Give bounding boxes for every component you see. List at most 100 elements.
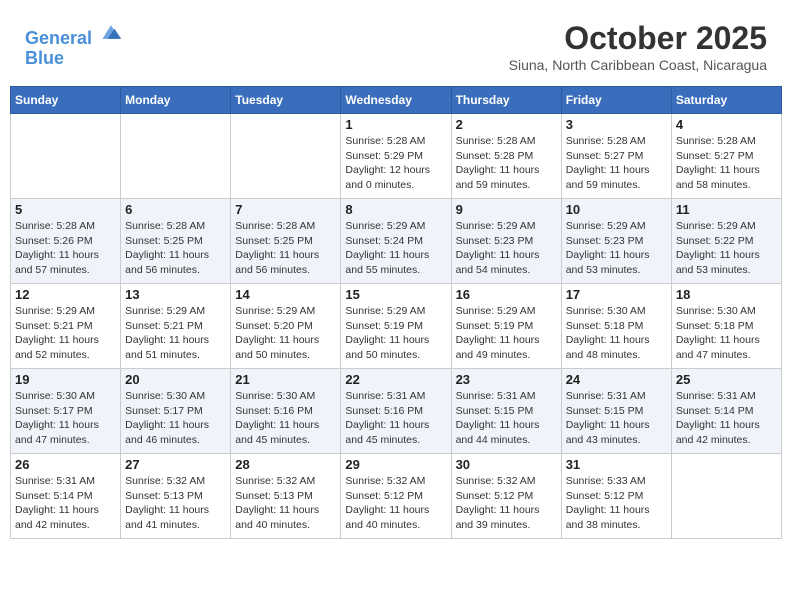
day-info: Sunrise: 5:30 AM Sunset: 5:18 PM Dayligh…: [566, 304, 667, 363]
day-info: Sunrise: 5:32 AM Sunset: 5:13 PM Dayligh…: [235, 474, 336, 533]
location: Siuna, North Caribbean Coast, Nicaragua: [509, 57, 767, 73]
day-number: 26: [15, 457, 116, 472]
calendar-cell: 1 Sunrise: 5:28 AM Sunset: 5:29 PM Daylig…: [341, 114, 451, 199]
calendar-cell: 15 Sunrise: 5:29 AM Sunset: 5:19 PM Dayli…: [341, 284, 451, 369]
col-header-tuesday: Tuesday: [231, 87, 341, 114]
day-info: Sunrise: 5:28 AM Sunset: 5:29 PM Dayligh…: [345, 134, 446, 193]
day-number: 9: [456, 202, 557, 217]
day-number: 4: [676, 117, 777, 132]
col-header-sunday: Sunday: [11, 87, 121, 114]
day-number: 19: [15, 372, 116, 387]
day-number: 18: [676, 287, 777, 302]
calendar-week-row: 26Sunrise: 5:31 AM Sunset: 5:14 PM Dayli…: [11, 454, 782, 539]
calendar-week-row: 1 Sunrise: 5:28 AM Sunset: 5:29 PM Daylig…: [11, 114, 782, 199]
day-info: Sunrise: 5:32 AM Sunset: 5:13 PM Dayligh…: [125, 474, 226, 533]
calendar-cell: [121, 114, 231, 199]
calendar-cell: 9 Sunrise: 5:29 AM Sunset: 5:23 PM Daylig…: [451, 199, 561, 284]
calendar-cell: 17Sunrise: 5:30 AM Sunset: 5:18 PM Dayli…: [561, 284, 671, 369]
day-info: Sunrise: 5:29 AM Sunset: 5:20 PM Dayligh…: [235, 304, 336, 363]
calendar-cell: 11 Sunrise: 5:29 AM Sunset: 5:22 PM Dayli…: [671, 199, 781, 284]
day-info: Sunrise: 5:32 AM Sunset: 5:12 PM Dayligh…: [345, 474, 446, 533]
calendar-cell: 31 Sunrise: 5:33 AM Sunset: 5:12 PM Dayli…: [561, 454, 671, 539]
calendar-cell: 13 Sunrise: 5:29 AM Sunset: 5:21 PM Dayli…: [121, 284, 231, 369]
calendar-cell: 21 Sunrise: 5:30 AM Sunset: 5:16 PM Dayli…: [231, 369, 341, 454]
calendar-cell: 28 Sunrise: 5:32 AM Sunset: 5:13 PM Dayli…: [231, 454, 341, 539]
day-number: 15: [345, 287, 446, 302]
day-number: 2: [456, 117, 557, 132]
calendar-week-row: 12 Sunrise: 5:29 AM Sunset: 5:21 PM Dayli…: [11, 284, 782, 369]
day-info: Sunrise: 5:29 AM Sunset: 5:24 PM Dayligh…: [345, 219, 446, 278]
col-header-wednesday: Wednesday: [341, 87, 451, 114]
day-number: 5: [15, 202, 116, 217]
day-info: Sunrise: 5:30 AM Sunset: 5:17 PM Dayligh…: [125, 389, 226, 448]
calendar-cell: 3 Sunrise: 5:28 AM Sunset: 5:27 PM Daylig…: [561, 114, 671, 199]
day-info: Sunrise: 5:28 AM Sunset: 5:25 PM Dayligh…: [125, 219, 226, 278]
day-info: Sunrise: 5:31 AM Sunset: 5:15 PM Dayligh…: [456, 389, 557, 448]
day-number: 11: [676, 202, 777, 217]
col-header-thursday: Thursday: [451, 87, 561, 114]
calendar-cell: 16Sunrise: 5:29 AM Sunset: 5:19 PM Dayli…: [451, 284, 561, 369]
day-info: Sunrise: 5:29 AM Sunset: 5:23 PM Dayligh…: [566, 219, 667, 278]
day-number: 1: [345, 117, 446, 132]
day-number: 20: [125, 372, 226, 387]
page-header: General Blue October 2025 Siuna, North C…: [10, 10, 782, 78]
day-number: 24: [566, 372, 667, 387]
day-number: 22: [345, 372, 446, 387]
calendar-cell: 5Sunrise: 5:28 AM Sunset: 5:26 PM Daylig…: [11, 199, 121, 284]
day-number: 28: [235, 457, 336, 472]
day-info: Sunrise: 5:29 AM Sunset: 5:23 PM Dayligh…: [456, 219, 557, 278]
day-info: Sunrise: 5:29 AM Sunset: 5:22 PM Dayligh…: [676, 219, 777, 278]
month-title: October 2025: [509, 20, 767, 57]
calendar-cell: [671, 454, 781, 539]
calendar-cell: 26Sunrise: 5:31 AM Sunset: 5:14 PM Dayli…: [11, 454, 121, 539]
calendar-cell: 2Sunrise: 5:28 AM Sunset: 5:28 PM Daylig…: [451, 114, 561, 199]
day-info: Sunrise: 5:30 AM Sunset: 5:18 PM Dayligh…: [676, 304, 777, 363]
day-info: Sunrise: 5:28 AM Sunset: 5:27 PM Dayligh…: [676, 134, 777, 193]
day-number: 27: [125, 457, 226, 472]
day-info: Sunrise: 5:29 AM Sunset: 5:19 PM Dayligh…: [345, 304, 446, 363]
calendar-cell: 24 Sunrise: 5:31 AM Sunset: 5:15 PM Dayli…: [561, 369, 671, 454]
day-number: 14: [235, 287, 336, 302]
calendar-cell: [11, 114, 121, 199]
day-info: Sunrise: 5:28 AM Sunset: 5:25 PM Dayligh…: [235, 219, 336, 278]
day-number: 10: [566, 202, 667, 217]
logo: General Blue: [25, 20, 123, 69]
calendar-week-row: 19 Sunrise: 5:30 AM Sunset: 5:17 PM Dayli…: [11, 369, 782, 454]
calendar-cell: 4 Sunrise: 5:28 AM Sunset: 5:27 PM Daylig…: [671, 114, 781, 199]
col-header-friday: Friday: [561, 87, 671, 114]
calendar-cell: 8Sunrise: 5:29 AM Sunset: 5:24 PM Daylig…: [341, 199, 451, 284]
calendar-cell: 14 Sunrise: 5:29 AM Sunset: 5:20 PM Dayli…: [231, 284, 341, 369]
day-info: Sunrise: 5:29 AM Sunset: 5:19 PM Dayligh…: [456, 304, 557, 363]
calendar-cell: 25Sunrise: 5:31 AM Sunset: 5:14 PM Dayli…: [671, 369, 781, 454]
col-header-monday: Monday: [121, 87, 231, 114]
calendar-table: SundayMondayTuesdayWednesdayThursdayFrid…: [10, 86, 782, 539]
day-number: 3: [566, 117, 667, 132]
day-number: 21: [235, 372, 336, 387]
calendar-cell: 22Sunrise: 5:31 AM Sunset: 5:16 PM Dayli…: [341, 369, 451, 454]
day-info: Sunrise: 5:33 AM Sunset: 5:12 PM Dayligh…: [566, 474, 667, 533]
day-number: 31: [566, 457, 667, 472]
day-number: 12: [15, 287, 116, 302]
day-info: Sunrise: 5:31 AM Sunset: 5:15 PM Dayligh…: [566, 389, 667, 448]
calendar-cell: 27 Sunrise: 5:32 AM Sunset: 5:13 PM Dayli…: [121, 454, 231, 539]
calendar-cell: 12 Sunrise: 5:29 AM Sunset: 5:21 PM Dayli…: [11, 284, 121, 369]
day-number: 13: [125, 287, 226, 302]
col-header-saturday: Saturday: [671, 87, 781, 114]
day-info: Sunrise: 5:30 AM Sunset: 5:16 PM Dayligh…: [235, 389, 336, 448]
day-info: Sunrise: 5:28 AM Sunset: 5:27 PM Dayligh…: [566, 134, 667, 193]
day-info: Sunrise: 5:29 AM Sunset: 5:21 PM Dayligh…: [15, 304, 116, 363]
calendar-cell: 29 Sunrise: 5:32 AM Sunset: 5:12 PM Dayli…: [341, 454, 451, 539]
day-number: 25: [676, 372, 777, 387]
calendar-cell: 7 Sunrise: 5:28 AM Sunset: 5:25 PM Daylig…: [231, 199, 341, 284]
calendar-header-row: SundayMondayTuesdayWednesdayThursdayFrid…: [11, 87, 782, 114]
calendar-cell: 20 Sunrise: 5:30 AM Sunset: 5:17 PM Dayli…: [121, 369, 231, 454]
day-info: Sunrise: 5:32 AM Sunset: 5:12 PM Dayligh…: [456, 474, 557, 533]
calendar-cell: [231, 114, 341, 199]
day-number: 30: [456, 457, 557, 472]
calendar-cell: 19 Sunrise: 5:30 AM Sunset: 5:17 PM Dayli…: [11, 369, 121, 454]
day-info: Sunrise: 5:30 AM Sunset: 5:17 PM Dayligh…: [15, 389, 116, 448]
day-number: 7: [235, 202, 336, 217]
day-info: Sunrise: 5:29 AM Sunset: 5:21 PM Dayligh…: [125, 304, 226, 363]
day-number: 29: [345, 457, 446, 472]
day-number: 23: [456, 372, 557, 387]
